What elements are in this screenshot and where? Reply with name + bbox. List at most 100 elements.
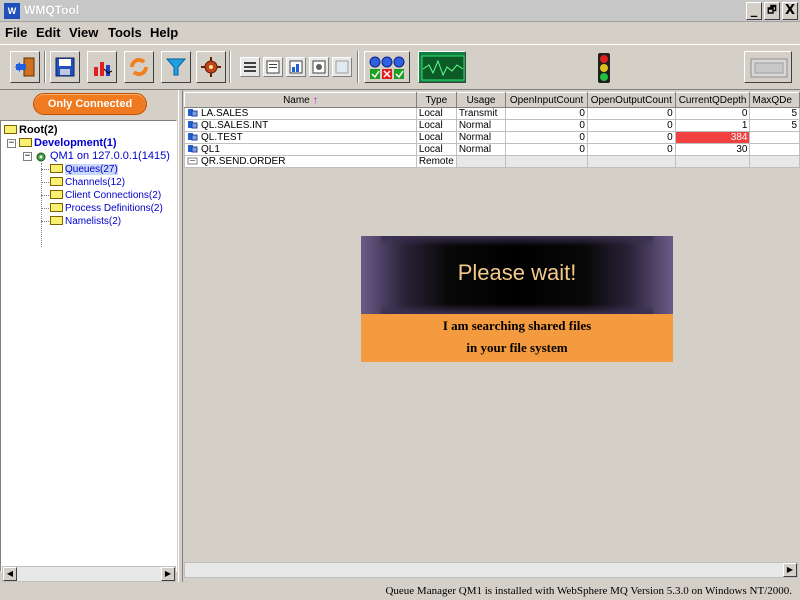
tree-node-channels[interactable]: Channels(12) bbox=[50, 176, 125, 189]
folder-icon bbox=[50, 202, 63, 212]
close-button[interactable]: X bbox=[782, 2, 798, 20]
tree-node-queues[interactable]: Queues(27) bbox=[50, 163, 118, 176]
folder-icon bbox=[50, 176, 63, 186]
max-q-depth-cell bbox=[749, 143, 800, 156]
queue-name-cell: LA.SALES bbox=[184, 107, 417, 120]
queue-type-cell: Local bbox=[415, 107, 457, 120]
column-header-usage[interactable]: Usage bbox=[455, 92, 507, 108]
current-q-depth-cell: 30 bbox=[674, 143, 751, 156]
queue-name-cell: QR.SEND.ORDER bbox=[184, 155, 417, 168]
chart-button[interactable] bbox=[87, 51, 117, 83]
menu-bar: File Edit View Tools Help bbox=[0, 23, 800, 43]
collapse-toggle[interactable]: − bbox=[23, 152, 32, 161]
menu-file[interactable]: File bbox=[5, 25, 27, 40]
panel-splitter[interactable] bbox=[178, 90, 183, 586]
tree-connector bbox=[41, 169, 49, 170]
local-queue-icon bbox=[188, 120, 198, 129]
toolbar-separator bbox=[229, 51, 231, 83]
exit-icon bbox=[15, 57, 35, 77]
scroll-right-button[interactable]: ▶ bbox=[161, 567, 175, 581]
queue-usage-cell: Normal bbox=[455, 143, 507, 156]
monitor-button[interactable] bbox=[418, 51, 466, 83]
please-wait-title: Please wait! bbox=[457, 260, 577, 285]
queue-name-cell: QL.TEST bbox=[184, 131, 417, 144]
open-output-count-cell bbox=[586, 155, 676, 168]
open-input-count-cell: 0 bbox=[505, 131, 588, 144]
scroll-right-button[interactable]: ▶ bbox=[783, 563, 797, 577]
menu-edit[interactable]: Edit bbox=[36, 25, 61, 40]
open-output-count-cell: 0 bbox=[586, 119, 676, 132]
table-row[interactable]: LA.SALES Local Transmit 0 0 0 5 bbox=[184, 107, 800, 120]
exit-button[interactable] bbox=[10, 51, 40, 83]
queue-name-cell: QL1 bbox=[184, 143, 417, 156]
tree-connector bbox=[41, 163, 42, 247]
column-header-max-q-depth[interactable]: MaxQDe bbox=[749, 92, 800, 108]
please-wait-line-1: I am searching shared files bbox=[442, 318, 592, 333]
column-header-current-q-depth[interactable]: CurrentQDepth bbox=[674, 92, 751, 108]
menu-tools[interactable]: Tools bbox=[108, 25, 142, 40]
tree-node-root[interactable]: Root(2) bbox=[4, 124, 58, 137]
tree-node-qm1[interactable]: QM1 on 127.0.0.1(1415) bbox=[35, 150, 170, 163]
table-row[interactable]: QL1 Local Normal 0 0 30 bbox=[184, 143, 800, 156]
view-list-button[interactable] bbox=[240, 57, 260, 77]
view-list-icon bbox=[244, 62, 256, 72]
panel-button[interactable] bbox=[744, 51, 792, 83]
panel-icon bbox=[750, 58, 788, 78]
status-indicators-button[interactable] bbox=[364, 51, 410, 83]
table-row[interactable]: QL.TEST Local Normal 0 0 384 bbox=[184, 131, 800, 144]
queue-usage-cell: Normal bbox=[455, 119, 507, 132]
status-text: Queue Manager QM1 is installed with WebS… bbox=[385, 585, 792, 597]
refresh-button[interactable] bbox=[124, 51, 154, 83]
view-props-button[interactable] bbox=[309, 57, 329, 77]
menu-help[interactable]: Help bbox=[150, 25, 178, 40]
tree-connector bbox=[41, 221, 49, 222]
open-output-count-cell: 0 bbox=[586, 131, 676, 144]
current-q-depth-cell bbox=[674, 155, 751, 168]
column-header-open-input-count[interactable]: OpenInputCount bbox=[505, 92, 588, 108]
toolbar-separator bbox=[44, 51, 46, 83]
restore-button[interactable]: 🗗 bbox=[764, 2, 780, 20]
remote-queue-icon bbox=[187, 157, 198, 165]
queue-name-label: QL.TEST bbox=[201, 132, 243, 143]
filter-button[interactable] bbox=[161, 51, 191, 83]
view-detail-button[interactable] bbox=[263, 57, 283, 77]
view-blank-button[interactable] bbox=[332, 57, 352, 77]
settings-button[interactable] bbox=[196, 51, 226, 83]
left-horizontal-scrollbar[interactable]: ◀ ▶ bbox=[2, 566, 176, 582]
menu-view[interactable]: View bbox=[69, 25, 98, 40]
save-button[interactable] bbox=[50, 51, 80, 83]
queue-type-cell: Local bbox=[415, 143, 457, 156]
table-horizontal-scrollbar[interactable]: ▶ bbox=[184, 562, 798, 578]
queue-table: Name ↑ Type Usage OpenInputCount OpenOutp… bbox=[184, 92, 800, 168]
view-detail-icon bbox=[266, 60, 280, 74]
table-row[interactable]: QL.SALES.INT Local Normal 0 0 1 5 bbox=[184, 119, 800, 132]
tree-node-client-connections[interactable]: Client Connections(2) bbox=[50, 189, 161, 202]
table-row[interactable]: QR.SEND.ORDER Remote bbox=[184, 155, 800, 168]
scroll-left-button[interactable]: ◀ bbox=[3, 567, 17, 581]
only-connected-button[interactable]: Only Connected bbox=[33, 93, 147, 115]
queue-name-cell: QL.SALES.INT bbox=[184, 119, 417, 132]
column-header-type[interactable]: Type bbox=[415, 92, 457, 108]
column-header-name[interactable]: Name ↑ bbox=[184, 92, 417, 108]
minimize-button[interactable]: _ bbox=[746, 2, 762, 20]
queue-name-label: QR.SEND.ORDER bbox=[201, 156, 286, 167]
queue-type-cell: Local bbox=[415, 131, 457, 144]
folder-icon bbox=[50, 163, 63, 173]
view-chart-button[interactable] bbox=[286, 57, 306, 77]
tree-node-process-definitions[interactable]: Process Definitions(2) bbox=[50, 202, 163, 215]
max-q-depth-cell: 5 bbox=[749, 119, 800, 132]
current-q-depth-cell: 0 bbox=[674, 107, 751, 120]
tree-connector bbox=[41, 182, 49, 183]
local-queue-icon bbox=[188, 108, 198, 117]
toolbar bbox=[0, 44, 800, 90]
collapse-toggle[interactable]: − bbox=[7, 139, 16, 148]
column-header-open-output-count[interactable]: OpenOutputCount bbox=[586, 92, 676, 108]
title-bar: W WMQTool _ 🗗 X bbox=[0, 0, 800, 22]
left-panel: Only Connected Root(2) − Development(1) … bbox=[0, 90, 180, 586]
queue-name-label: QL1 bbox=[201, 144, 220, 155]
tree-node-namelists[interactable]: Namelists(2) bbox=[50, 215, 121, 228]
current-q-depth-cell: 1 bbox=[674, 119, 751, 132]
queue-usage-cell: Transmit bbox=[455, 107, 507, 120]
refresh-icon bbox=[129, 57, 149, 77]
tree-node-development[interactable]: Development(1) bbox=[19, 137, 117, 150]
